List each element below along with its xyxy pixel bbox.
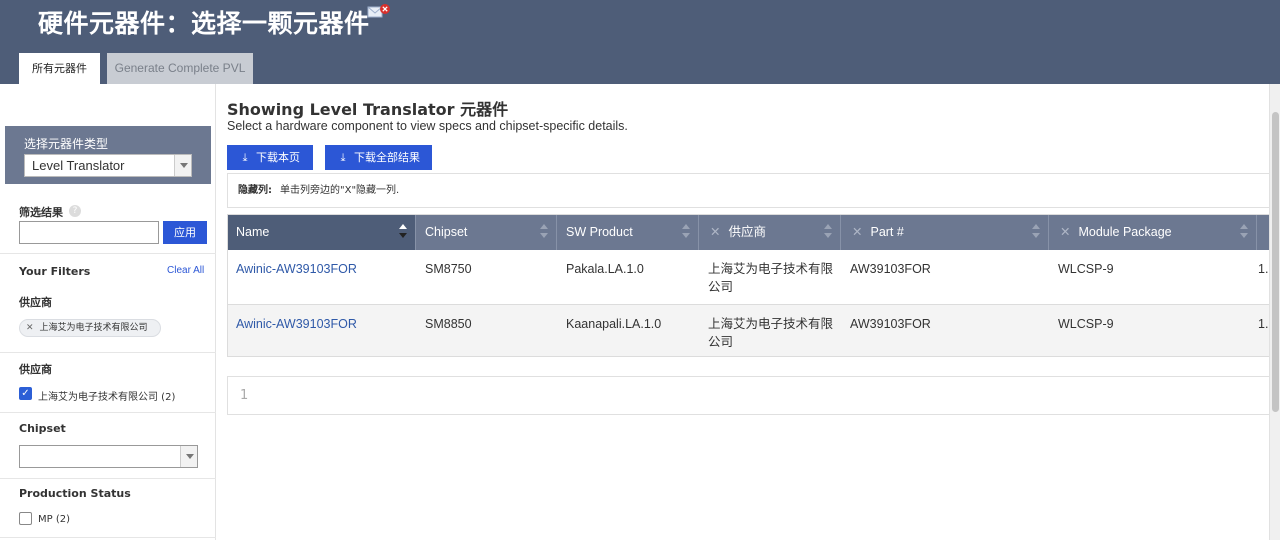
scrollbar-thumb[interactable]: [1272, 112, 1279, 412]
column-header-package[interactable]: ✕ Module Package: [1050, 215, 1257, 250]
vendor-cell: 上海艾为电子技术有限 公司: [700, 305, 841, 356]
table-row[interactable]: Awinic-AW39103FOR SM8750 Pakala.LA.1.0 上…: [228, 250, 1272, 304]
vendor-cell-line: 上海艾为电子技术有限: [708, 262, 834, 276]
close-icon[interactable]: ✕: [710, 225, 720, 239]
package-cell: WLCSP-9: [1058, 262, 1114, 276]
page-title: 硬件元器件：选择一颗元器件: [38, 9, 370, 38]
chipset-select[interactable]: [19, 445, 198, 468]
active-filter-chip-label: 上海艾为电子技术有限公司: [39, 323, 148, 333]
part-number-cell: AW39103FOR: [850, 262, 931, 276]
vendor-checkbox[interactable]: ✓: [19, 387, 32, 400]
sw-product-cell: Pakala.LA.1.0: [566, 262, 644, 276]
filter-results-label: 筛选结果: [19, 206, 63, 219]
part-number-cell: AW39103FOR: [850, 317, 931, 331]
download-page-label: 下载本页: [256, 151, 300, 164]
chipset-cell: SM8750: [425, 262, 472, 276]
table-header: Name Chipset SW Product ✕ 供应商 ✕ Part # ✕ Mo…: [228, 215, 1272, 250]
divider: [0, 352, 216, 353]
component-name-link[interactable]: Awinic-AW39103FOR: [228, 305, 416, 356]
divider: [0, 412, 216, 413]
app-header: 硬件元器件：选择一颗元器件 所有元器件 Generate Complete PV…: [0, 0, 1280, 84]
download-icon: ⤓: [340, 151, 346, 164]
vendor-option-label: 上海艾为电子技术有限公司 (2): [38, 392, 176, 403]
tab-all-components[interactable]: 所有元器件: [19, 53, 100, 84]
vendor-cell: 上海艾为电子技术有限 公司: [700, 250, 841, 304]
vertical-scrollbar[interactable]: [1269, 84, 1280, 540]
close-icon[interactable]: ✕: [1060, 225, 1070, 239]
active-filter-chip[interactable]: ✕ 上海艾为电子技术有限公司: [19, 319, 161, 337]
hidden-columns-label: 隐藏列:: [238, 185, 272, 196]
component-name-link[interactable]: Awinic-AW39103FOR: [228, 250, 416, 304]
column-header-sw-product[interactable]: SW Product: [558, 215, 699, 250]
vendor-cell-line: 公司: [708, 280, 734, 294]
column-header-chipset[interactable]: Chipset: [417, 215, 557, 250]
filter-results-input[interactable]: [19, 221, 159, 244]
sort-icon[interactable]: [1240, 224, 1248, 240]
hidden-columns-hint: 单击列旁边的"X"隐藏一列.: [280, 185, 400, 196]
component-type-panel: 选择元器件类型 Level Translator: [5, 126, 211, 184]
vendor-group-label: 供应商: [19, 363, 52, 376]
clear-all-link[interactable]: Clear All: [167, 265, 204, 276]
divider: [0, 478, 216, 479]
active-filter-group-label: 供应商: [19, 296, 52, 309]
results-title: Showing Level Translator 元器件: [227, 100, 509, 119]
chipset-cell: SM8850: [425, 317, 472, 331]
checkmark-icon: ✓: [21, 388, 30, 399]
column-header-part[interactable]: ✕ Part #: [842, 215, 1049, 250]
filter-sidebar: 选择元器件类型 Level Translator 筛选结果 ? 应用 Your …: [0, 84, 216, 540]
close-icon[interactable]: ✕: [26, 323, 34, 333]
sort-icon[interactable]: [399, 224, 407, 240]
package-cell: WLCSP-9: [1058, 317, 1114, 331]
chevron-down-icon[interactable]: [180, 446, 197, 467]
sort-icon[interactable]: [1032, 224, 1040, 240]
sw-product-cell: Kaanapali.LA.1.0: [566, 317, 662, 331]
sort-icon[interactable]: [540, 224, 548, 240]
column-header-label: Module Package: [1078, 225, 1172, 239]
chipset-label: Chipset: [19, 422, 66, 435]
table-row[interactable]: Awinic-AW39103FOR SM8850 Kaanapali.LA.1.…: [228, 305, 1272, 356]
sort-icon[interactable]: [824, 224, 832, 240]
column-header-label: Chipset: [425, 225, 468, 239]
divider: [0, 253, 216, 254]
column-header-label: 供应商: [728, 225, 766, 239]
sort-icon[interactable]: [682, 224, 690, 240]
apply-button[interactable]: 应用: [163, 221, 207, 244]
production-option-label: MP (2): [38, 514, 71, 525]
component-type-label: 选择元器件类型: [24, 137, 109, 151]
download-all-label: 下载全部结果: [354, 151, 420, 164]
vendor-cell-line: 上海艾为电子技术有限: [708, 317, 834, 331]
results-subtitle: Select a hardware component to view spec…: [227, 119, 628, 133]
pagination: 1: [227, 376, 1273, 415]
components-table: Name Chipset SW Product ✕ 供应商 ✕ Part # ✕ Mo…: [227, 214, 1273, 357]
component-type-select[interactable]: Level Translator: [24, 154, 192, 177]
download-icon: ⤓: [242, 151, 248, 164]
your-filters-label: Your Filters: [19, 265, 91, 278]
tab-generate-pvl[interactable]: Generate Complete PVL: [107, 53, 253, 84]
divider: [0, 537, 216, 538]
mail-error-icon[interactable]: [367, 4, 391, 22]
column-header-label: Part #: [870, 225, 904, 239]
column-header-label: SW Product: [566, 225, 633, 239]
production-status-label: Production Status: [19, 487, 131, 500]
page-number[interactable]: 1: [240, 388, 248, 403]
close-icon[interactable]: ✕: [852, 225, 862, 239]
download-page-button[interactable]: ⤓ 下载本页: [227, 145, 313, 170]
hidden-columns-bar: 隐藏列: 单击列旁边的"X"隐藏一列.: [227, 173, 1273, 208]
download-all-button[interactable]: ⤓ 下载全部结果: [325, 145, 432, 170]
column-header-name[interactable]: Name: [228, 215, 416, 250]
chevron-down-icon[interactable]: [174, 155, 191, 176]
vendor-cell-line: 公司: [708, 335, 734, 349]
column-header-vendor[interactable]: ✕ 供应商: [700, 215, 841, 250]
production-mp-checkbox[interactable]: [19, 512, 32, 525]
help-icon[interactable]: ?: [69, 205, 81, 217]
component-type-value: Level Translator: [32, 158, 125, 173]
column-header-label: Name: [236, 225, 270, 239]
